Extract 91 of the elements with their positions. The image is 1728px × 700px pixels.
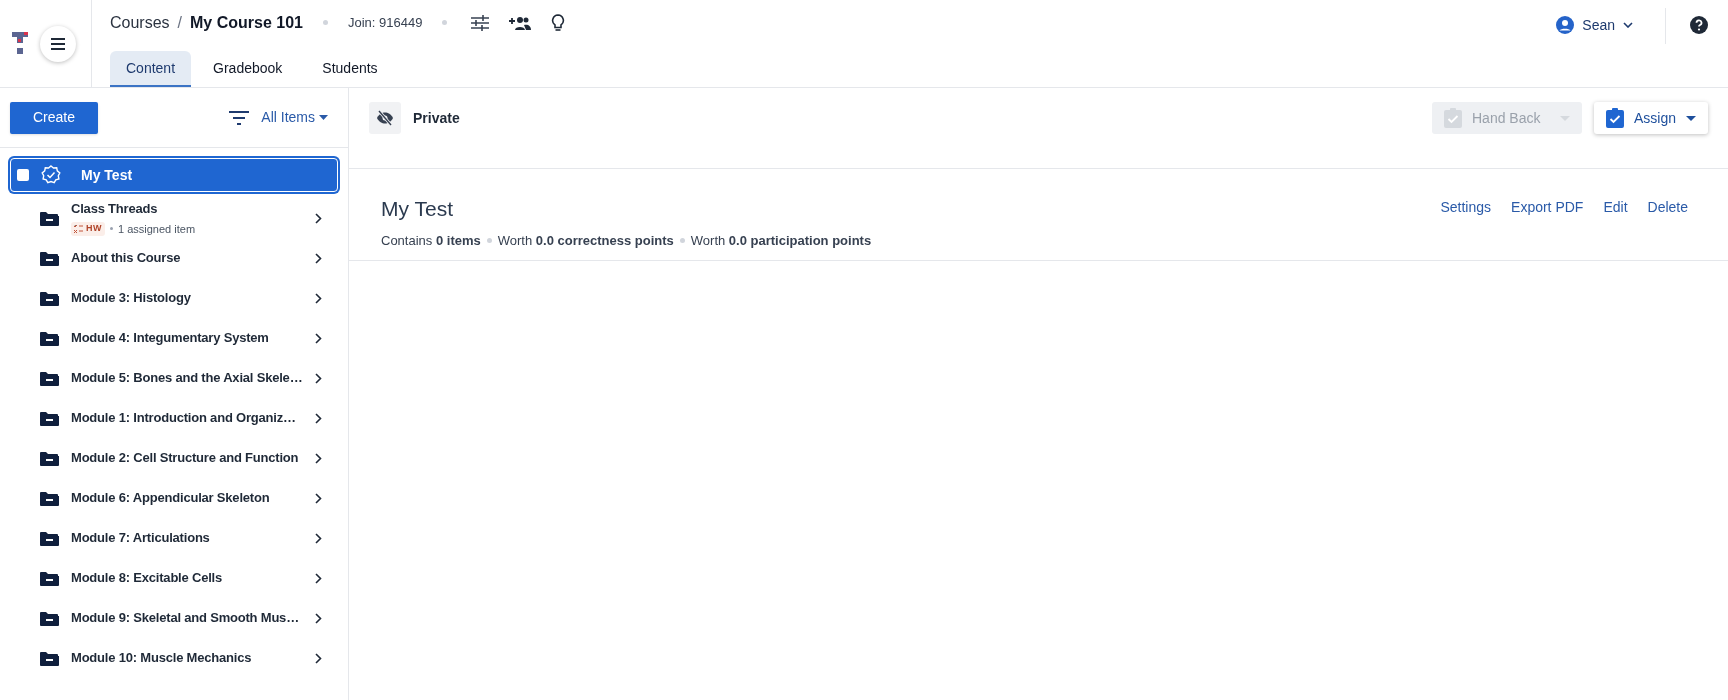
clipboard-check-icon [1606, 108, 1624, 128]
folder-detail: 1 assigned item [118, 221, 196, 237]
chevron-right-icon [315, 412, 322, 424]
checkbox[interactable] [17, 169, 29, 181]
chevron-right-icon [315, 292, 322, 304]
chevron-down-icon [1623, 22, 1633, 28]
chevron-right-icon [315, 492, 322, 504]
add-people-icon[interactable] [509, 15, 532, 30]
folder-icon [40, 570, 59, 586]
caret-icon [1560, 115, 1570, 121]
sliders-icon[interactable] [471, 14, 490, 31]
tab[interactable]: Content [110, 51, 192, 87]
list-item[interactable]: My Test [10, 158, 338, 192]
homework-tag: HW [71, 221, 105, 236]
folder-label: Module 7: Articulations [71, 529, 211, 548]
chevron-right-icon [315, 332, 322, 344]
help-icon[interactable] [1690, 16, 1708, 34]
summary-text: Worth 0.0 participation points [690, 231, 872, 250]
user-icon [1556, 16, 1575, 34]
caret-icon [1686, 115, 1696, 121]
folder-row[interactable]: Module 10: Muscle Mechanics [10, 638, 338, 678]
folder-label: Module 5: Bones and the Axial Skele… [71, 369, 304, 388]
badge-check-icon [41, 165, 61, 185]
folder-label: Module 1: Introduction and Organiz… [71, 409, 297, 428]
folder-row[interactable]: Module 5: Bones and the Axial Skele… [10, 358, 338, 398]
folder-row[interactable]: Module 1: Introduction and Organiz… [10, 398, 338, 438]
item-title: My Test [381, 196, 454, 222]
action-link[interactable]: Delete [1647, 197, 1688, 215]
chevron-right-icon [315, 372, 322, 384]
chevron-right-icon [315, 652, 322, 664]
chevron-right-icon [315, 532, 322, 544]
folder-icon [40, 490, 59, 506]
folder-icon [40, 330, 59, 346]
clipboard-check-icon [1444, 108, 1462, 128]
action-link[interactable]: Settings [1440, 197, 1492, 215]
folder-icon [40, 450, 59, 466]
folder-row[interactable]: Module 2: Cell Structure and Function [10, 438, 338, 478]
summary-text: Worth 0.0 correctness points [497, 231, 674, 250]
tab[interactable]: Students [304, 51, 396, 87]
breadcrumb-current: My Course 101 [190, 12, 303, 33]
folder-label: Module 2: Cell Structure and Function [71, 449, 300, 468]
folder-label: About this Course [71, 249, 182, 268]
chevron-right-icon [315, 252, 322, 264]
folder-label: Module 8: Excitable Cells [71, 569, 224, 588]
folder-icon [40, 370, 59, 386]
filter-icon[interactable] [229, 110, 250, 125]
breadcrumb-separator: / [177, 12, 183, 33]
folder-row[interactable]: Module 9: Skeletal and Smooth Mus… [10, 598, 338, 638]
visibility-label: Private [413, 108, 460, 128]
folder-icon [40, 610, 59, 626]
folder-row[interactable]: Module 3: Histology [10, 278, 338, 318]
folder-label: Class Threads [71, 200, 159, 218]
folder-row[interactable]: Module 7: Articulations [10, 518, 338, 558]
folder-row[interactable]: Module 8: Excitable Cells [10, 558, 338, 598]
folder-icon [40, 650, 59, 666]
lightbulb-icon[interactable] [551, 13, 566, 32]
menu-button[interactable] [40, 25, 76, 62]
folder-label: Module 9: Skeletal and Smooth Mus… [71, 609, 300, 628]
action-link[interactable]: Export PDF [1511, 197, 1584, 215]
folder-label: Module 4: Integumentary System [71, 329, 270, 348]
folder-icon [40, 530, 59, 546]
action-link[interactable]: Edit [1603, 197, 1628, 215]
folder-row[interactable]: Class Threads HW 1 assigned item [10, 198, 338, 238]
folder-row[interactable]: Module 6: Appendicular Skeleton [10, 478, 338, 518]
tab[interactable]: Gradebook [195, 51, 301, 87]
logo-icon [12, 31, 28, 56]
user-menu[interactable]: Sean [1556, 14, 1633, 36]
folder-row[interactable]: About this Course [10, 238, 338, 278]
eye-off-icon [369, 102, 401, 134]
chevron-right-icon [315, 452, 322, 464]
chevron-right-icon [315, 572, 322, 584]
menu-icon [50, 37, 66, 50]
folder-icon [40, 210, 59, 226]
breadcrumb-link[interactable]: Courses [110, 10, 170, 35]
assign-button[interactable]: Assign [1594, 102, 1708, 134]
summary-text: Contains 0 items [381, 231, 481, 250]
folder-row[interactable]: Module 4: Integumentary System [10, 318, 338, 358]
folder-icon [40, 410, 59, 426]
folder-label: Module 6: Appendicular Skeleton [71, 489, 271, 508]
item-label: My Test [81, 165, 133, 185]
filter-dropdown[interactable]: All Items [261, 107, 328, 128]
chevron-right-icon [315, 212, 322, 224]
folder-icon [40, 290, 59, 306]
create-button[interactable]: Create [10, 101, 98, 134]
chevron-right-icon [315, 612, 322, 624]
folder-icon [40, 250, 59, 266]
join-code: Join: 916449 [347, 14, 423, 32]
folder-label: Module 10: Muscle Mechanics [71, 649, 253, 668]
checklist-icon [74, 224, 83, 234]
caret-icon [319, 115, 328, 120]
folder-label: Module 3: Histology [71, 289, 192, 308]
